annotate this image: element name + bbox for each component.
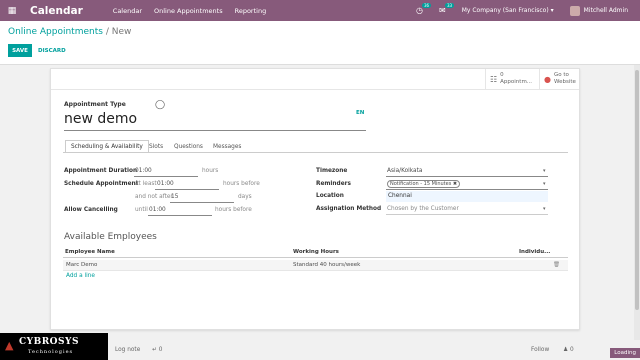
messages-icon[interactable]: ✉ 33 — [439, 3, 455, 15]
website-label-1: Go to — [553, 72, 569, 78]
timezone-caret-icon[interactable]: ▾ — [543, 168, 546, 174]
breadcrumb-separator: / — [105, 27, 109, 37]
menu-online-appointments[interactable]: Online Appointments — [154, 7, 223, 15]
employees-table-header: Employee Name Working Hours Individu... — [63, 248, 568, 258]
logo-brand: CYBROSYS — [19, 337, 79, 347]
name-underline — [64, 130, 366, 131]
delete-row-icon[interactable]: 🗑 — [553, 262, 560, 268]
schedule-min-input[interactable]: 01:00 — [157, 181, 174, 187]
cancel-prefix: until — [135, 207, 148, 213]
globe-icon: ● — [544, 74, 551, 84]
apps-grid-icon[interactable]: ▦ — [3, 6, 21, 16]
discard-button[interactable]: DISCARD — [38, 44, 66, 57]
assignation-select[interactable]: Chosen by the Customer — [387, 206, 459, 212]
save-button[interactable]: SAVE — [8, 44, 32, 57]
assignation-label: Assignation Method — [316, 206, 382, 212]
smart-buttons-divider — [51, 89, 579, 90]
messages-badge: 33 — [445, 3, 455, 8]
appointments-label: Appointm... — [500, 79, 533, 85]
schedule-unit-1: hours before — [223, 181, 260, 187]
menu-reporting[interactable]: Reporting — [235, 7, 267, 15]
schedule-prefix-1: at least — [135, 181, 157, 187]
col-individual[interactable]: Individu... — [519, 249, 550, 255]
followers-count: 0 — [570, 347, 574, 353]
add-line-link[interactable]: Add a line — [66, 273, 95, 279]
loading-indicator: Loading — [610, 348, 640, 358]
reminders-caret-icon[interactable]: ▾ — [543, 181, 546, 187]
col-working-hours[interactable]: Working Hours — [293, 249, 339, 255]
appointment-name-input[interactable]: new demo — [64, 111, 137, 127]
schedule-unit-2: days — [238, 194, 252, 200]
top-navbar: ▦ Calendar Calendar Online Appointments … — [0, 0, 640, 21]
duration-unit: hours — [202, 168, 219, 174]
user-name[interactable]: Mitchell Admin — [584, 7, 628, 14]
appointments-smart-button[interactable]: ☷ 0 Appointm... — [485, 69, 535, 89]
table-row[interactable]: Marc Demo Standard 40 hours/week 🗑 — [63, 260, 568, 271]
logo-sub: Technologies — [28, 349, 74, 355]
employees-title: Available Employees — [64, 232, 157, 242]
duration-label: Appointment Duration — [64, 168, 138, 174]
schedule-label: Schedule Appointment — [64, 181, 139, 187]
user-icon: ♟ — [563, 347, 569, 353]
location-label: Location — [316, 193, 344, 199]
schedule-prefix-2: and not after — [135, 194, 173, 200]
appointments-count: 0 — [500, 72, 504, 78]
col-employee-name[interactable]: Employee Name — [65, 249, 115, 255]
cybrosys-logo: ▲ CYBROSYS Technologies — [0, 333, 108, 360]
cancel-unit: hours before — [215, 207, 252, 213]
tabs-divider — [63, 152, 568, 153]
logo-mark-icon: ▲ — [5, 339, 14, 352]
breadcrumb-current: New — [111, 27, 132, 37]
mouse-cursor-icon: ◯ — [155, 100, 166, 110]
paperclip-icon: ↵ — [152, 347, 157, 353]
scrollbar-thumb[interactable] — [635, 70, 639, 310]
followers-button[interactable]: ♟ 0 — [563, 347, 574, 353]
cancel-label: Allow Cancelling — [64, 207, 118, 213]
schedule-max-input[interactable]: 15 — [171, 194, 178, 200]
control-panel: Online Appointments / New SAVE DISCARD — [0, 21, 640, 65]
schedule-max-underline — [170, 202, 234, 203]
appointment-type-label: Appointment Type — [64, 101, 126, 108]
reminders-label: Reminders — [316, 181, 351, 187]
assignation-underline — [386, 214, 548, 215]
cancel-input[interactable]: 01:00 — [149, 207, 166, 213]
reminder-tag-label: Notification - 15 Minutes — [390, 181, 452, 187]
users-icon: ☷ — [490, 74, 498, 84]
reminders-underline — [386, 189, 548, 190]
timezone-label: Timezone — [316, 168, 348, 174]
reminder-tag[interactable]: Notification - 15 Minutes ✖ — [387, 180, 461, 188]
schedule-min-underline — [155, 189, 219, 190]
assignation-caret-icon[interactable]: ▾ — [543, 206, 546, 212]
log-note-button[interactable]: Log note — [115, 347, 140, 353]
breadcrumb-parent[interactable]: Online Appointments — [8, 27, 103, 37]
attachments-button[interactable]: ↵ 0 — [152, 347, 162, 353]
app-title[interactable]: Calendar — [30, 5, 83, 17]
company-name: My Company (San Francisco) — [461, 7, 549, 14]
activity-badge: 36 — [422, 3, 432, 8]
activity-icon[interactable]: ◷ 36 — [416, 3, 432, 15]
lang-button[interactable]: EN — [356, 110, 364, 116]
location-input[interactable]: Chennai — [388, 193, 412, 199]
row-working-hours: Standard 40 hours/week — [293, 262, 361, 268]
row-employee-name: Marc Demo — [66, 262, 98, 268]
timezone-underline — [386, 176, 548, 177]
timezone-select[interactable]: Asia/Kolkata — [387, 168, 422, 174]
cancel-underline — [148, 215, 212, 216]
website-smart-button[interactable]: ● Go to Website — [539, 69, 580, 89]
breadcrumb: Online Appointments / New — [8, 27, 131, 37]
avatar[interactable] — [569, 5, 580, 16]
attachments-count: 0 — [158, 347, 163, 353]
company-switcher[interactable]: My Company (San Francisco) ▾ — [462, 7, 554, 14]
duration-input[interactable]: 01:00 — [135, 168, 152, 174]
website-label-2: Website — [553, 79, 576, 85]
menu-calendar[interactable]: Calendar — [113, 7, 142, 15]
close-icon[interactable]: ✖ — [453, 181, 457, 187]
duration-underline — [134, 176, 198, 177]
follow-button[interactable]: Follow — [531, 347, 549, 353]
chevron-down-icon: ▾ — [550, 7, 554, 14]
